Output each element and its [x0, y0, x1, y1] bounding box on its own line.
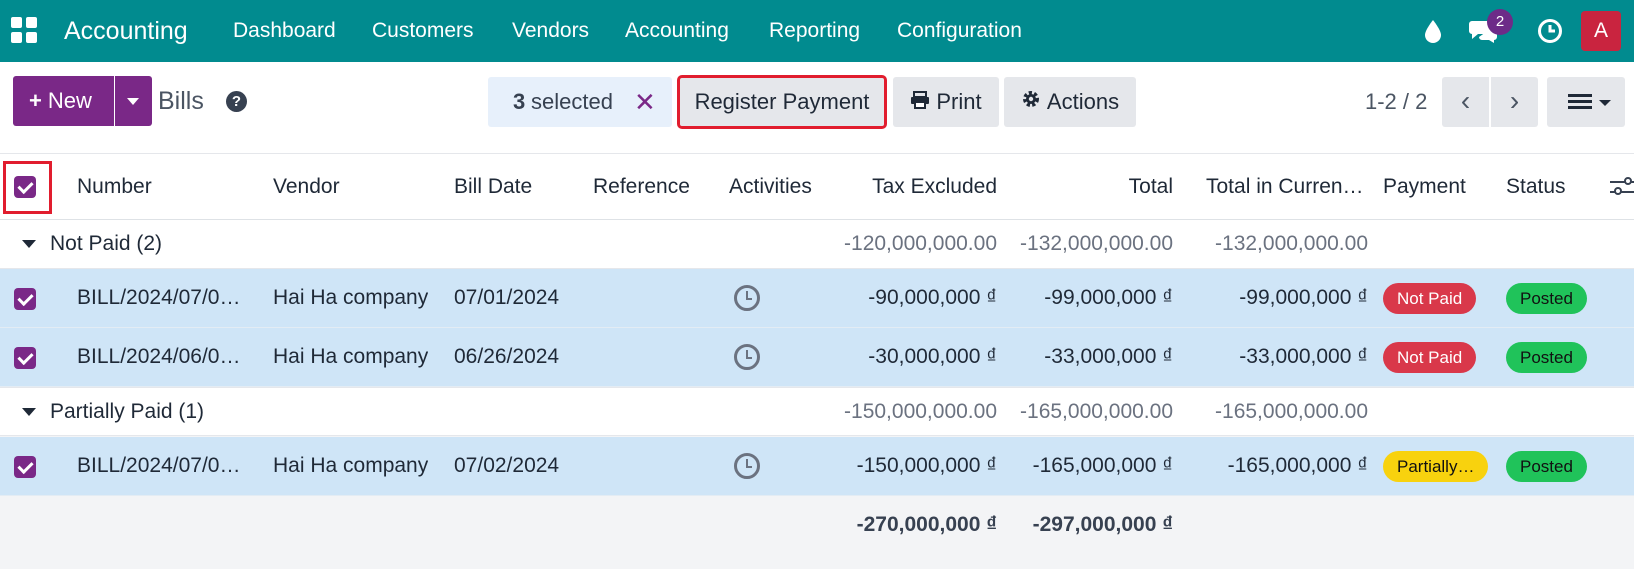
- cell-bill-date: 06/26/2024: [454, 345, 560, 368]
- cell-total-currency: -33,000,000 ₫: [1239, 345, 1368, 368]
- header-vendor[interactable]: Vendor: [273, 154, 340, 219]
- apps-menu-icon[interactable]: [11, 17, 37, 43]
- header-number[interactable]: Number: [77, 154, 152, 219]
- selected-label: selected: [531, 89, 613, 114]
- table-footer: -270,000,000 ₫ -297,000,000 ₫: [0, 496, 1634, 554]
- header-total-currency[interactable]: Total in Curren…: [1206, 154, 1372, 219]
- select-all-checkbox[interactable]: [14, 176, 36, 198]
- cell-bill-date: 07/01/2024: [454, 286, 560, 309]
- cell-total: -33,000,000 ₫: [1044, 345, 1173, 368]
- payment-badge: Partially…: [1383, 450, 1489, 482]
- menu-customers[interactable]: Customers: [372, 0, 474, 62]
- cell-tax-excluded: -150,000,000 ₫: [856, 454, 997, 477]
- user-avatar[interactable]: A: [1581, 11, 1621, 51]
- app-brand[interactable]: Accounting: [64, 0, 188, 62]
- view-switcher-button[interactable]: [1547, 77, 1625, 127]
- new-button-label: New: [47, 88, 92, 113]
- cell-vendor: Hai Ha company: [273, 454, 429, 477]
- gear-icon: [1021, 77, 1041, 127]
- cell-total-currency: -99,000,000 ₫: [1239, 286, 1368, 309]
- group-total: -165,000,000.00: [1020, 399, 1173, 423]
- clear-selection-icon[interactable]: ✕: [634, 77, 656, 127]
- optional-columns-icon[interactable]: [1610, 176, 1634, 198]
- cell-tax-excluded: -90,000,000 ₫: [868, 286, 997, 309]
- caret-down-icon: [22, 240, 36, 248]
- group-total-currency: -132,000,000.00: [1215, 232, 1368, 255]
- group-total: -132,000,000.00: [1020, 232, 1173, 255]
- cell-vendor: Hai Ha company: [273, 286, 429, 309]
- droplet-icon[interactable]: [1420, 0, 1446, 62]
- menu-accounting[interactable]: Accounting: [625, 0, 729, 62]
- menu-reporting[interactable]: Reporting: [769, 0, 860, 62]
- pager-next-icon[interactable]: ›: [1491, 77, 1538, 127]
- control-panel: + New Bills ? 3 selected ✕ Register Payme…: [0, 62, 1634, 154]
- activity-clock-icon[interactable]: [734, 285, 760, 311]
- selected-count: 3: [513, 89, 526, 114]
- register-payment-button[interactable]: Register Payment: [677, 75, 887, 129]
- header-bill-date[interactable]: Bill Date: [454, 154, 532, 219]
- row-checkbox[interactable]: [14, 347, 36, 369]
- cell-tax-excluded: -30,000,000 ₫: [868, 345, 997, 368]
- table-row[interactable]: BILL/2024/07/0… Hai Ha company 07/01/202…: [0, 269, 1634, 328]
- row-checkbox[interactable]: [14, 288, 36, 310]
- activity-clock-icon[interactable]: [734, 453, 760, 479]
- cell-number: BILL/2024/07/0…: [77, 454, 241, 477]
- status-badge: Posted: [1506, 341, 1587, 373]
- group-row-partially-paid[interactable]: Partially Paid (1) -150,000,000.00 -165,…: [0, 387, 1634, 436]
- status-badge: Posted: [1506, 282, 1587, 314]
- cell-total: -165,000,000 ₫: [1032, 454, 1173, 477]
- pager-previous-icon[interactable]: ‹: [1442, 77, 1489, 127]
- row-checkbox[interactable]: [14, 456, 36, 478]
- cell-number: BILL/2024/06/0…: [77, 345, 241, 368]
- cell-bill-date: 07/02/2024: [454, 454, 560, 477]
- table-row[interactable]: BILL/2024/07/0… Hai Ha company 07/02/202…: [0, 437, 1634, 496]
- new-button[interactable]: + New: [13, 76, 114, 126]
- menu-dashboard[interactable]: Dashboard: [233, 0, 336, 62]
- cell-total: -99,000,000 ₫: [1044, 286, 1173, 309]
- activity-clock-icon[interactable]: [734, 344, 760, 370]
- cell-number: BILL/2024/07/0…: [77, 286, 241, 309]
- menu-configuration[interactable]: Configuration: [897, 0, 1022, 62]
- actions-label: Actions: [1046, 89, 1120, 114]
- chevron-down-icon: [1599, 100, 1611, 106]
- breadcrumb-title: Bills: [158, 87, 204, 115]
- selection-indicator: 3 selected ✕: [488, 77, 672, 127]
- caret-down-icon: [22, 407, 36, 416]
- table-row[interactable]: BILL/2024/06/0… Hai Ha company 06/26/202…: [0, 328, 1634, 387]
- header-status[interactable]: Status: [1506, 154, 1566, 219]
- header-tax-excluded[interactable]: Tax Excluded: [830, 154, 997, 219]
- payment-badge: Not Paid: [1383, 282, 1477, 314]
- status-badge: Posted: [1506, 450, 1587, 482]
- group-label: Not Paid (2): [50, 232, 163, 255]
- group-tax-excluded: -120,000,000.00: [844, 232, 997, 255]
- footer-tax-excluded: -270,000,000 ₫: [856, 513, 997, 536]
- header-activities[interactable]: Activities: [729, 154, 812, 219]
- cell-total-currency: -165,000,000 ₫: [1227, 454, 1368, 477]
- list-view-icon: [1568, 94, 1592, 112]
- group-tax-excluded: -150,000,000.00: [844, 399, 997, 423]
- footer-total: -297,000,000 ₫: [1032, 513, 1173, 536]
- new-dropdown-caret-icon[interactable]: [115, 76, 152, 126]
- group-label: Partially Paid (1): [50, 399, 205, 423]
- header-payment[interactable]: Payment: [1383, 154, 1466, 219]
- cell-vendor: Hai Ha company: [273, 345, 429, 368]
- print-button[interactable]: Print: [893, 77, 999, 127]
- payment-badge: Not Paid: [1383, 341, 1477, 373]
- print-label: Print: [936, 89, 982, 114]
- header-reference[interactable]: Reference: [593, 154, 690, 219]
- top-navbar: Accounting Dashboard Customers Vendors A…: [0, 0, 1634, 62]
- pager-value[interactable]: 1-2 / 2: [1365, 77, 1427, 127]
- actions-button[interactable]: Actions: [1004, 77, 1136, 127]
- plus-icon: +: [29, 88, 42, 113]
- help-icon[interactable]: ?: [226, 91, 247, 112]
- header-total[interactable]: Total: [1010, 154, 1173, 219]
- printer-icon: [910, 77, 930, 127]
- messages-count-badge: 2: [1487, 9, 1513, 35]
- menu-vendors[interactable]: Vendors: [512, 0, 589, 62]
- group-row-not-paid[interactable]: Not Paid (2) -120,000,000.00 -132,000,00…: [0, 220, 1634, 269]
- activity-clock-icon[interactable]: [1535, 0, 1565, 62]
- group-total-currency: -165,000,000.00: [1215, 399, 1368, 423]
- table-header: Number Vendor Bill Date Reference Activi…: [0, 154, 1634, 220]
